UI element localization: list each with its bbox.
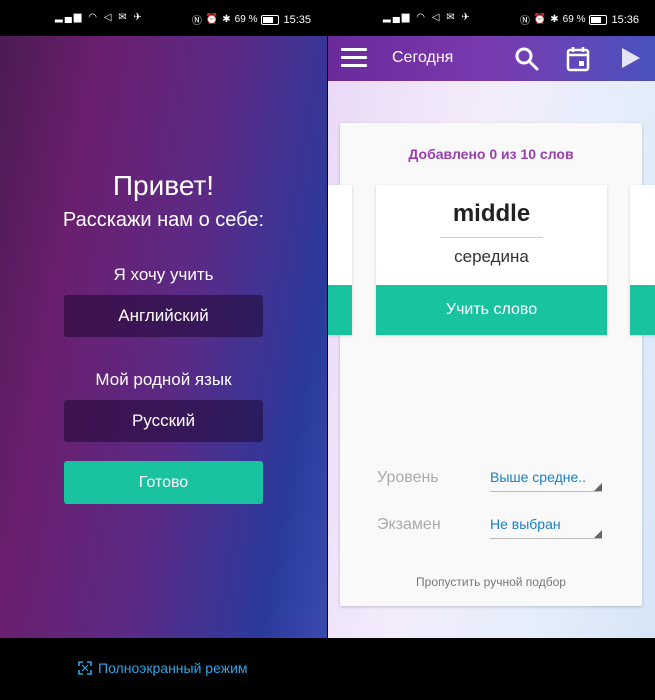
bluetooth-icon: ✱ (550, 14, 559, 25)
status-time: 15:36 (611, 13, 639, 26)
battery-icon (261, 14, 280, 25)
calendar-icon[interactable] (566, 46, 590, 72)
learn-language-label: Я хочу учить (113, 265, 214, 284)
prev-word-card[interactable] (328, 185, 352, 335)
search-icon[interactable] (514, 46, 540, 72)
app-bar-title: Сегодня (392, 49, 454, 66)
next-word-card[interactable] (630, 185, 655, 335)
status-icons-left: ▂▄▆ ◠ ◁ ✉ ✈ (383, 12, 472, 23)
exam-dropdown[interactable]: Не выбран (490, 516, 602, 539)
skip-manual-selection-link[interactable]: Пропустить ручной подбор (340, 575, 642, 589)
native-language-select[interactable]: Русский (64, 400, 263, 442)
learn-word-button[interactable]: Учить слово (376, 285, 607, 335)
added-counter: Добавлено 0 из 10 слов (408, 146, 574, 162)
today-screen: ▂▄▆ ◠ ◁ ✉ ✈ Ⓝ ⏰ ✱ 69 % 15:36 Сегодня Доб (328, 0, 655, 638)
exam-label: Экзамен (377, 516, 441, 533)
level-label: Уровень (377, 469, 439, 486)
bluetooth-icon: ✱ (222, 14, 231, 25)
battery-percent: 69 % (234, 14, 258, 25)
fullscreen-label: Полноэкранный режим (98, 660, 248, 676)
word-translation: середина (454, 247, 529, 266)
nfc-icon: Ⓝ (191, 16, 202, 27)
learn-language-select[interactable]: Английский (64, 295, 263, 337)
battery-icon (589, 14, 608, 25)
status-icons-left: ▂▄▆ ◠ ◁ ✉ ✈ (55, 12, 144, 23)
word-text: middle (452, 200, 531, 227)
alarm-icon: ⏰ (205, 14, 219, 25)
status-time: 15:35 (283, 13, 311, 26)
level-dropdown[interactable]: Выше средне.. (490, 469, 602, 492)
app-bar: Сегодня (328, 36, 655, 81)
fullscreen-link[interactable]: Полноэкранный режим (78, 660, 248, 676)
alarm-icon: ⏰ (533, 14, 547, 25)
onboarding-screen: ▂▄▆ ◠ ◁ ✉ ✈ Ⓝ ⏰ ✱ 69 % 15:35 Привет! Рас… (0, 0, 327, 638)
word-selection-card: Добавлено 0 из 10 слов middle середина У… (328, 123, 655, 606)
word-divider (440, 237, 543, 238)
status-icons-right: Ⓝ ⏰ ✱ 69 % 15:35 (191, 12, 311, 28)
menu-icon[interactable] (341, 48, 367, 68)
greeting-subtitle: Расскажи нам о себе: (62, 209, 265, 231)
play-icon[interactable] (620, 46, 642, 70)
done-button[interactable]: Готово (64, 461, 263, 504)
fullscreen-icon (78, 661, 92, 675)
nfc-icon: Ⓝ (519, 16, 530, 27)
bottom-bar: Полноэкранный режим (0, 638, 655, 700)
status-icons-right: Ⓝ ⏰ ✱ 69 % 15:36 (519, 12, 639, 28)
word-card: middle середина Учить слово (376, 185, 607, 335)
native-language-label: Мой родной язык (95, 370, 232, 389)
status-bar: ▂▄▆ ◠ ◁ ✉ ✈ Ⓝ ⏰ ✱ 69 % 15:35 (0, 0, 327, 36)
greeting-title: Привет! (112, 170, 215, 201)
battery-percent: 69 % (562, 14, 586, 25)
status-bar: ▂▄▆ ◠ ◁ ✉ ✈ Ⓝ ⏰ ✱ 69 % 15:36 (328, 0, 655, 36)
